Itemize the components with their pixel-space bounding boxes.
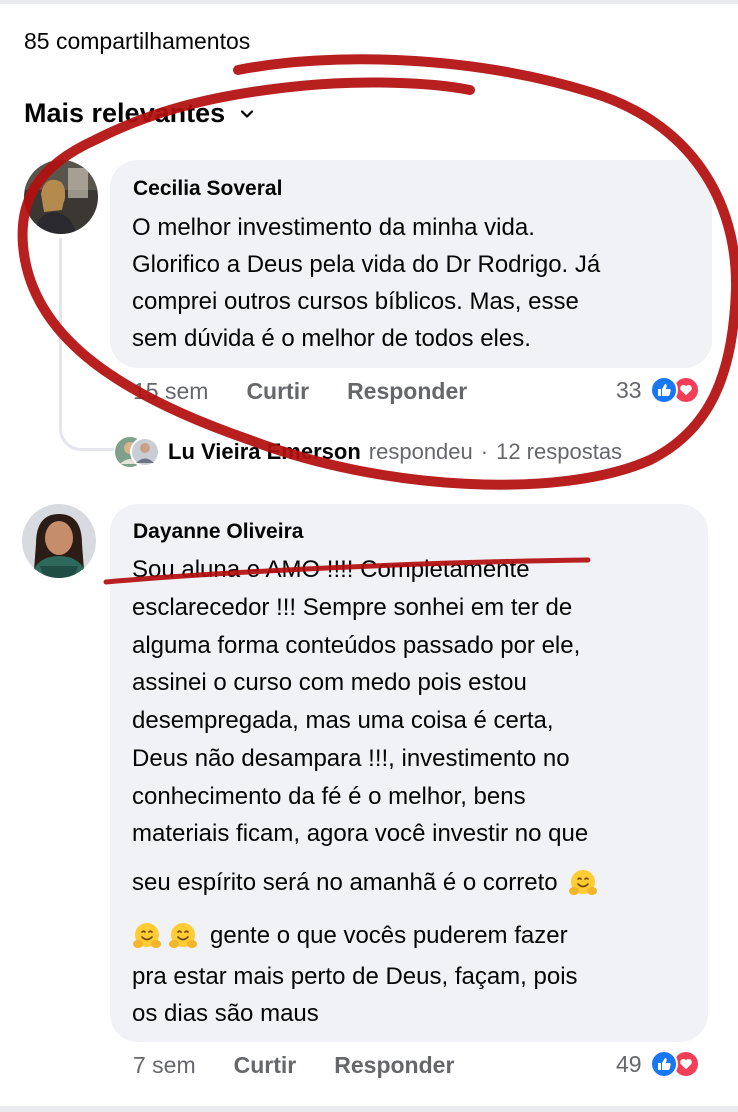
comment-actions: 15 sem Curtir Responder [133,378,505,405]
like-button[interactable]: Curtir [234,1052,297,1078]
comment-line: O melhor investimento da minha vida. [132,214,535,241]
comment-line: Glorifico a Deus pela vida do Dr Rodrigo… [132,251,601,278]
sort-dropdown[interactable]: Mais relevantes [24,98,255,129]
comment-line: pra estar mais perto de Deus, façam, poi… [132,963,578,990]
bottom-divider [0,1106,738,1112]
comment-line: seu espírito será no amanhã é o correto [132,869,558,896]
comment-line: alguma forma conteúdos passado por ele, [132,632,581,659]
reaction-summary[interactable]: 49 [616,1050,700,1078]
reply-count: 12 respostas [496,439,623,464]
avatar-photo [24,160,98,234]
avatar[interactable] [22,504,96,578]
like-button[interactable]: Curtir [246,378,309,404]
comment-line: comprei outros cursos bíblicos. Mas, ess… [132,288,579,315]
comment-time[interactable]: 15 sem [133,378,208,404]
comment-line: os dias são maus [132,1000,319,1027]
sort-label: Mais relevantes [24,98,226,128]
like-reaction-icon [649,1050,678,1078]
comment-line: materiais ficam, agora você investir no … [132,820,589,847]
comment-line: esclarecedor !!! Sempre sonhei em ter de [132,594,573,621]
avatar[interactable] [24,160,98,234]
reply-avatars [114,432,160,472]
like-reaction-icon [649,376,678,404]
comment-line: gente o que vocês puderem fazer [210,922,568,949]
reaction-summary[interactable]: 33 [616,376,700,404]
comment-actions: 7 sem Curtir Responder [133,1052,492,1079]
reaction-count: 49 [616,1050,642,1077]
comment-line: sem dúvida é o melhor de todos eles. [132,325,531,352]
hugging-face-emoji [133,922,161,948]
comment-line: assinei o curso com medo pois estou [132,669,527,696]
comment-time[interactable]: 7 sem [133,1052,196,1078]
hugging-face-emoji [568,869,597,895]
reply-button[interactable]: Responder [347,378,467,404]
view-replies-link[interactable]: Lu Vieira Emerson respondeu · 12 respost… [114,432,622,472]
comment-line: Deus não desampara !!!, investimento no [132,745,570,772]
top-divider [0,0,738,4]
comment-line: conhecimento da fé é o melhor, bens [132,783,526,810]
chevron-down-icon [241,109,254,118]
reply-button[interactable]: Responder [334,1052,454,1078]
comment-line-with-emoji: gente o que vocês puderem fazer [132,917,568,954]
reaction-count: 33 [616,376,642,403]
comment-line: desempregada, mas uma coisa é certa, [132,707,554,734]
reply-separator: · [480,439,489,464]
shares-count[interactable]: 85 compartilhamentos [24,28,250,55]
reply-verb: respondeu [368,439,473,464]
comment-author[interactable]: Dayanne Oliveira [133,520,303,544]
hugging-face-emoji [169,922,197,948]
avatar-photo [22,504,96,578]
reply-author: Lu Vieira Emerson [168,439,361,464]
comment-line: Sou aluna e AMO !!!! Completamente [132,556,530,583]
comment-line-with-emoji: seu espírito será no amanhã é o correto [132,864,598,901]
comment-author[interactable]: Cecilia Soveral [133,177,282,201]
avatar [115,437,160,467]
reply-thread-line [59,238,114,451]
